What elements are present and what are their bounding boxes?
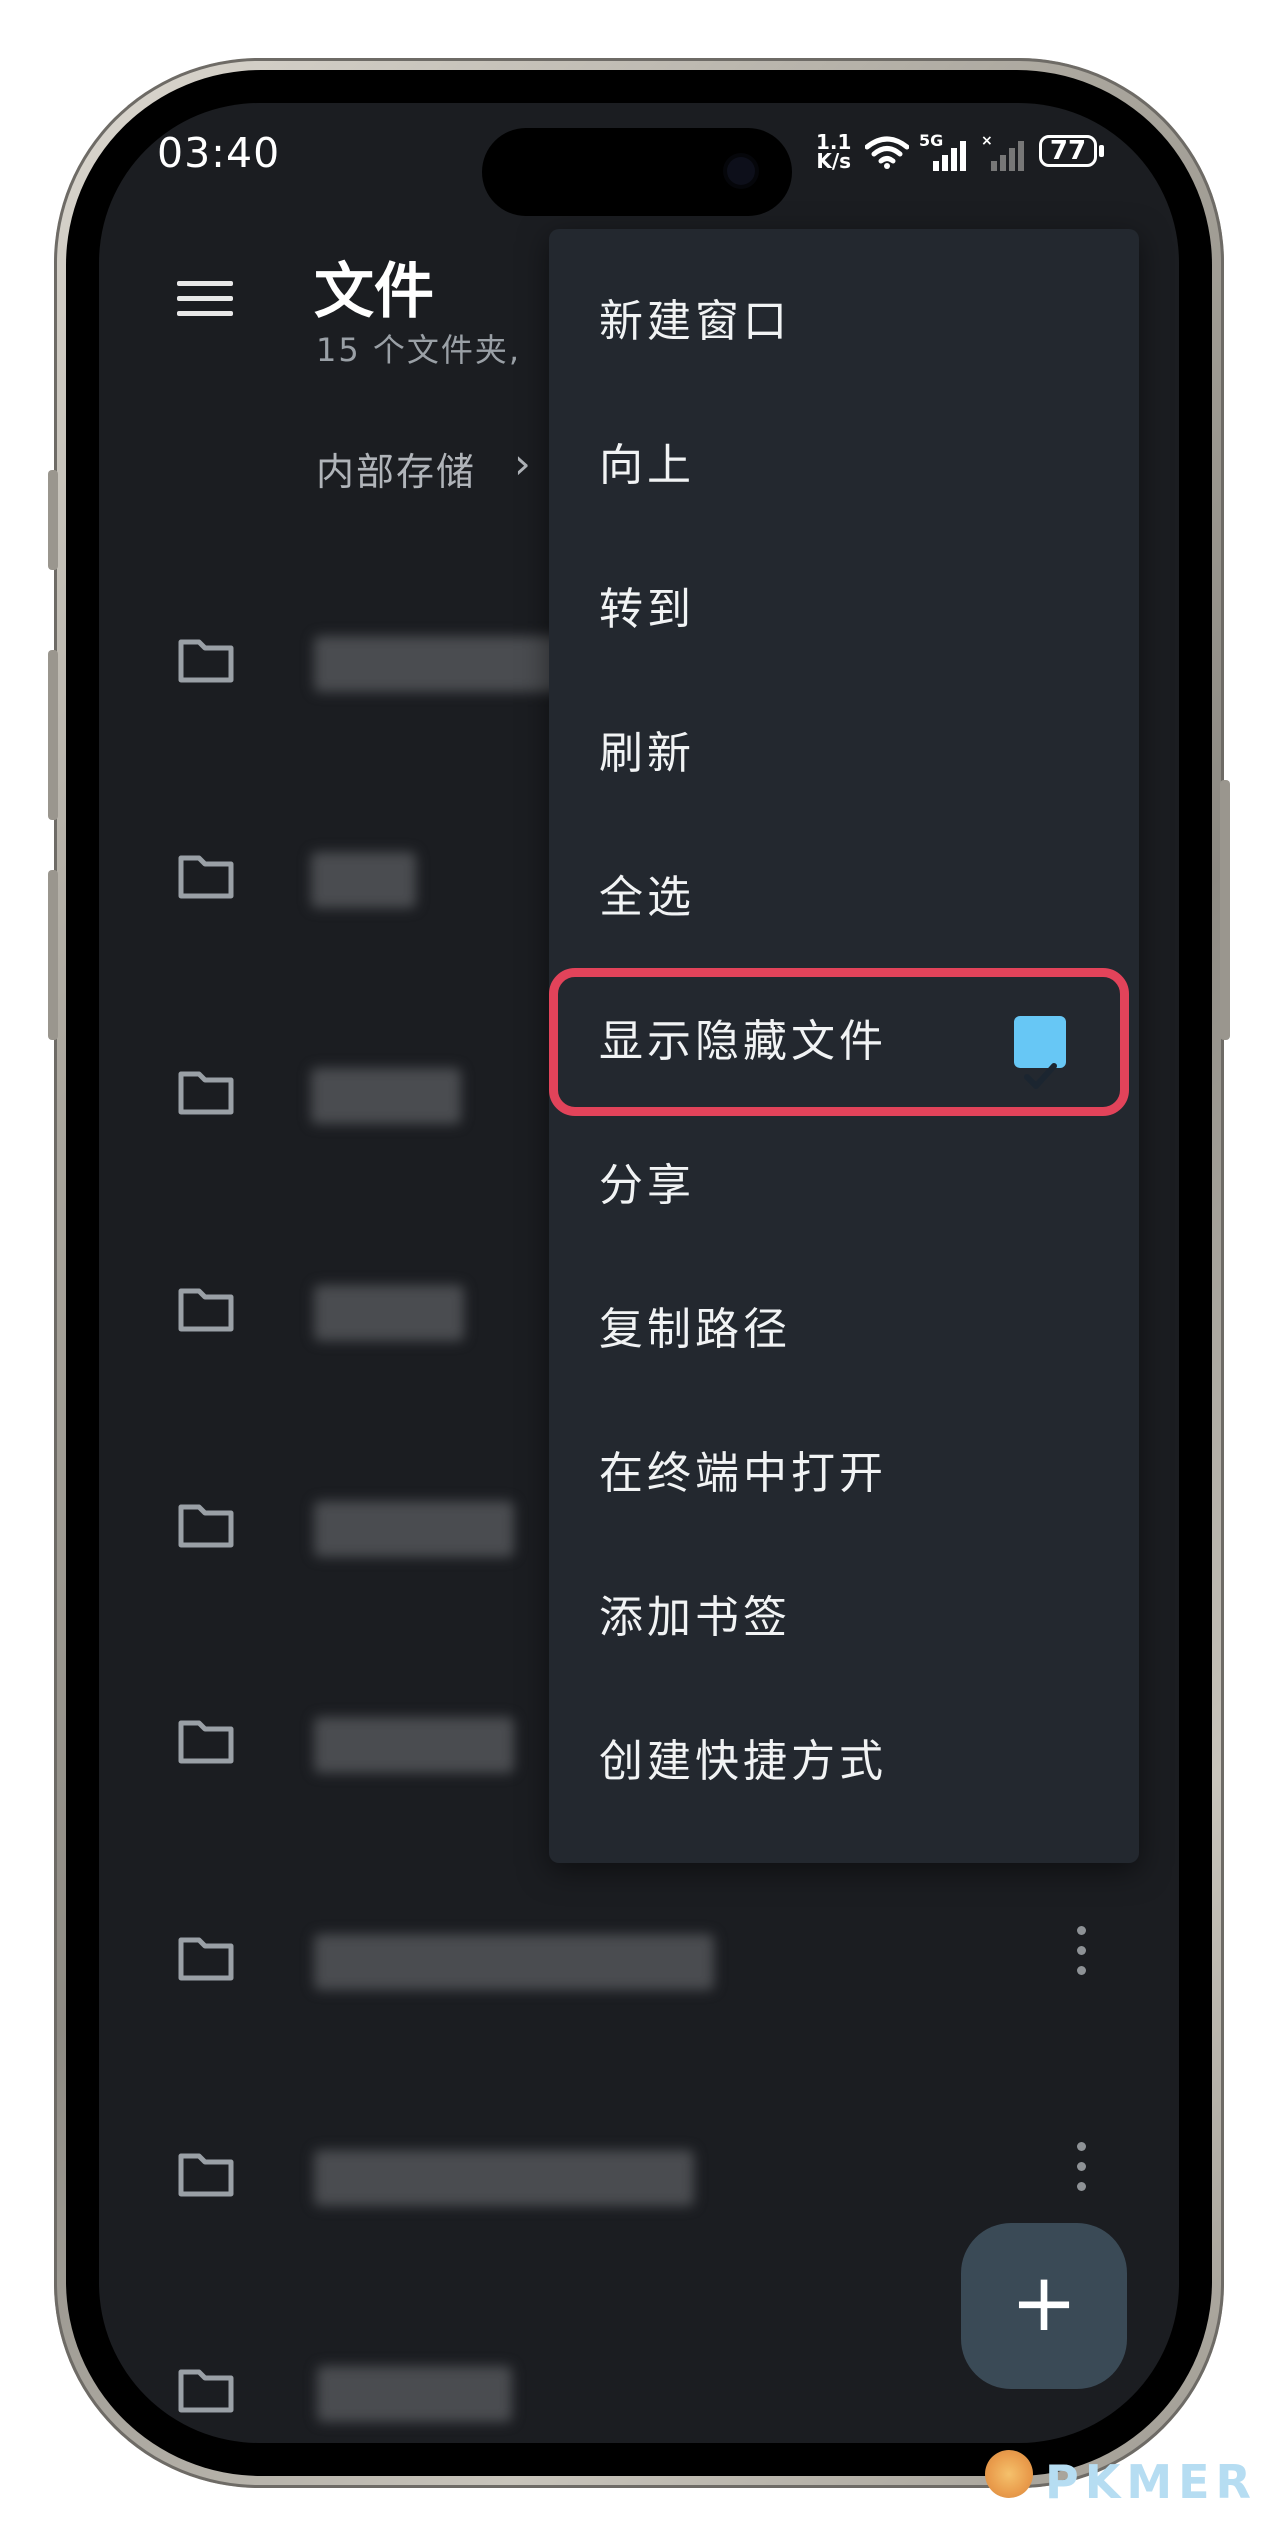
hamburger-menu-icon[interactable] — [177, 281, 233, 321]
folder-icon — [178, 1720, 234, 1764]
watermark: PKMER — [1045, 2455, 1257, 2509]
menu-item-new-window[interactable]: 新建窗口 — [549, 250, 1139, 394]
menu-item-open-in-terminal[interactable]: 在终端中打开 — [549, 1402, 1139, 1546]
volume-down-button — [48, 870, 58, 1040]
folder-name-redacted — [314, 2150, 694, 2206]
highlight-annotation — [549, 968, 1129, 1116]
wifi-icon — [865, 136, 909, 169]
breadcrumb-internal-storage[interactable]: 内部存储 — [316, 441, 476, 496]
menu-item-create-shortcut[interactable]: 创建快捷方式 — [549, 1690, 1139, 1834]
power-button — [1220, 780, 1230, 1040]
menu-item-share[interactable]: 分享 — [549, 1114, 1139, 1258]
folder-name-redacted — [314, 1934, 714, 1990]
more-options-icon[interactable] — [1074, 1926, 1088, 1990]
folder-icon — [178, 2153, 234, 2197]
folder-name-redacted — [314, 1285, 464, 1341]
folder-icon — [178, 1937, 234, 1981]
folder-name-redacted — [314, 636, 564, 692]
folder-icon — [178, 1288, 234, 1332]
folder-name-redacted — [311, 1068, 461, 1124]
screen: 03:40 1.1 K/s 5G × 77 文件 15 个文件夹, 内部存储 › — [99, 103, 1179, 2443]
folder-icon — [178, 2369, 234, 2413]
menu-item-add-bookmark[interactable]: 添加书签 — [549, 1546, 1139, 1690]
menu-item-go-to[interactable]: 转到 — [549, 538, 1139, 682]
signal-no-service-icon: × — [981, 133, 1024, 171]
status-time: 03:40 — [157, 129, 281, 177]
battery-indicator: 77 — [1039, 135, 1097, 167]
page-title: 文件 — [314, 257, 434, 327]
folder-name-redacted — [314, 1501, 514, 1557]
folder-icon — [178, 1071, 234, 1115]
battery-tip — [1099, 145, 1104, 157]
menu-item-select-all[interactable]: 全选 — [549, 826, 1139, 970]
network-speed-unit: K/s — [816, 149, 852, 173]
network-speed: 1.1 K/s — [816, 132, 852, 173]
folder-row[interactable] — [99, 2114, 1179, 2234]
folder-name-redacted — [317, 2366, 512, 2422]
folder-name-redacted — [314, 1717, 514, 1773]
mute-switch — [48, 470, 58, 570]
front-camera — [727, 157, 755, 185]
folder-icon — [178, 1504, 234, 1548]
folder-icon — [178, 855, 234, 899]
breadcrumb-chevron-icon: › — [514, 439, 531, 488]
menu-item-up[interactable]: 向上 — [549, 394, 1139, 538]
pkmer-logo-icon — [985, 2450, 1033, 2498]
menu-item-refresh[interactable]: 刷新 — [549, 682, 1139, 826]
volume-up-button — [48, 650, 58, 820]
add-fab-button[interactable]: + — [961, 2223, 1127, 2389]
menu-item-copy-path[interactable]: 复制路径 — [549, 1258, 1139, 1402]
svg-text:×: × — [981, 133, 993, 149]
signal-strength-icon — [933, 141, 966, 171]
folder-name-redacted — [311, 852, 416, 908]
page-subtitle: 15 个文件夹, — [316, 331, 522, 369]
more-options-icon[interactable] — [1074, 2142, 1088, 2206]
folder-icon — [178, 639, 234, 683]
folder-row[interactable] — [99, 1898, 1179, 2018]
